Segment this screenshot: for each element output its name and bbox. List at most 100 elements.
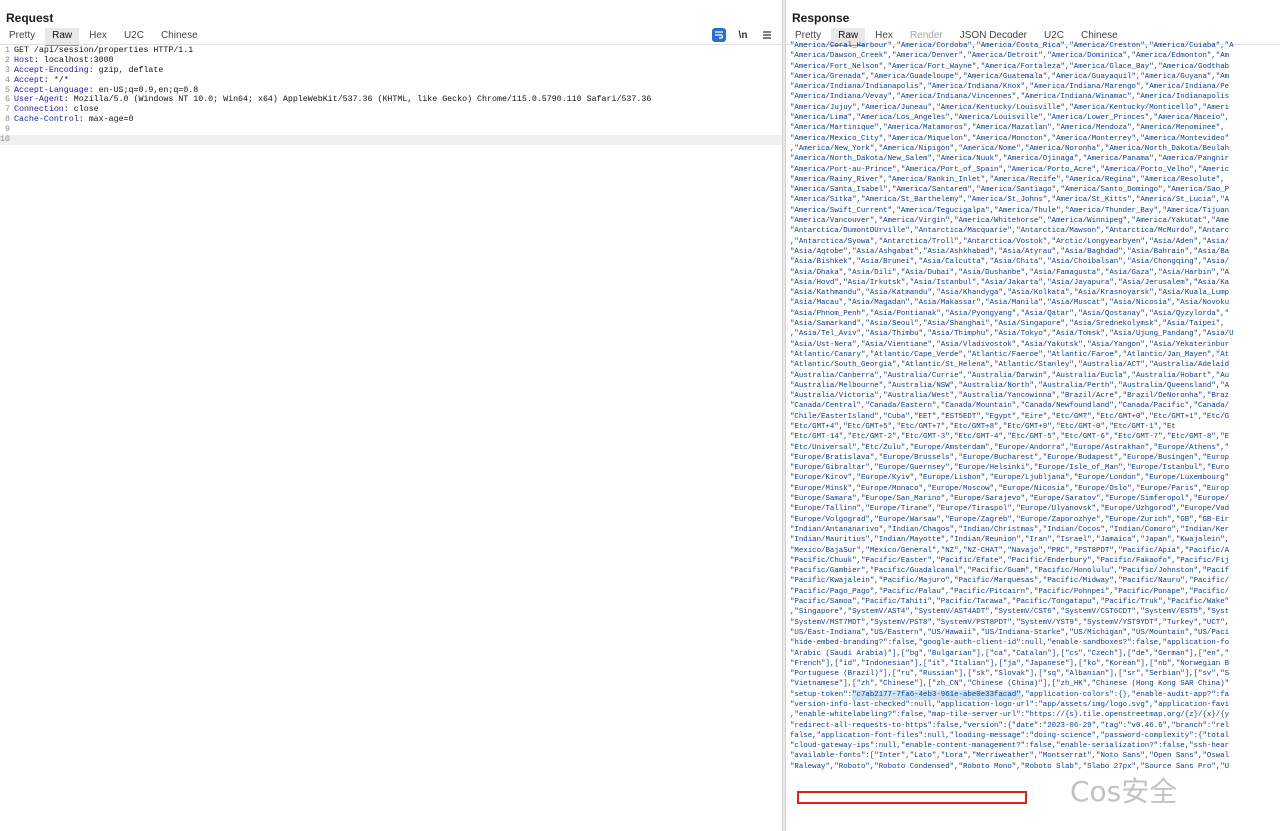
line-number: 3 [5, 65, 10, 75]
response-text: "Mexico/BajaSur","Mexico/General","NZ","… [790, 546, 1230, 555]
response-pane: Response Pretty Raw Hex Render JSON Decoder U… [786, 0, 1280, 831]
response-line: "cloud-gateway-ips":null,"enable-content… [790, 741, 1280, 751]
response-text: "available-fonts":["Inter","Lato","Lora"… [790, 752, 1230, 761]
tab-u2c[interactable]: U2C [117, 28, 151, 44]
response-line: "America/Swift_Current","America/Tegucig… [790, 206, 1280, 216]
response-text: "Atlantic/South_Georgia","Atlantic/St_He… [790, 361, 1230, 370]
response-line: "America/Martinique","America/Matamoros"… [790, 123, 1280, 133]
response-text: "Chile/EasterIsland","Cuba","EET","EST5E… [790, 412, 1230, 421]
response-text: "Europe/Gibraltar","Europe/Guernsey","Eu… [790, 464, 1230, 473]
response-line: "Arabic (Saudi Arabia)"],["bg","Bulgaria… [790, 649, 1280, 659]
response-line: "Antarctica/DumontDUrville","Antarctica/… [790, 226, 1280, 236]
response-text: "Etc/GMT+4","Etc/GMT+5","Etc/GMT+7","Etc… [790, 422, 1176, 431]
setup-token-highlight-box [797, 791, 1027, 804]
response-title: Response [792, 11, 850, 25]
response-line: "America/North_Dakota/New_Salem","Americ… [790, 154, 1280, 164]
tab-pretty[interactable]: Pretty [2, 28, 42, 44]
response-line: "Asia/Phnom_Penh","Asia/Pontianak","Asia… [790, 309, 1280, 319]
response-text: ,"Asia/Tel_Aviv","Asia/Thimbu","Asia/Thi… [790, 330, 1234, 339]
response-line: "America/Vancouver","America/Virgin","Am… [790, 216, 1280, 226]
header-value: : localhost:3000 [33, 55, 114, 65]
response-text: "Europe/Bratislava","Europe/Brussels","E… [790, 453, 1230, 462]
request-text: GET /api/session/properties HTTP/1.1 [14, 46, 194, 55]
wrap-lines-icon[interactable] [712, 28, 726, 42]
response-line: "Mexico/BajaSur","Mexico/General","NZ","… [790, 546, 1280, 556]
response-text: "French"],["id","Indonesian"],["it","Ita… [790, 659, 1230, 668]
response-text: false,"application-font-files":null,"loa… [790, 731, 1230, 740]
response-text: "America/Port-au-Prince","America/Port_o… [790, 165, 1230, 174]
response-text: ,"enable-whitelabeling?":false,"map-tile… [790, 711, 1230, 720]
request-line: 4 Accept: */* [0, 76, 782, 86]
line-number: 1 [5, 46, 10, 55]
response-line: "Pacific/Pago_Pago","Pacific/Palau","Pac… [790, 587, 1280, 597]
line-number: 8 [5, 115, 10, 125]
response-line: "Etc/GMT+4","Etc/GMT+5","Etc/GMT+7","Etc… [790, 422, 1280, 432]
response-text: "Asia/Aqtobe","Asia/Ashgabat","Asia/Ashk… [790, 247, 1230, 256]
response-text: "Pacific/Chuuk","Pacific/Easter","Pacifi… [790, 556, 1230, 565]
response-line: "Pacific/Chuuk","Pacific/Easter","Pacifi… [790, 556, 1280, 566]
response-text: "Australia/Melbourne","Australia/NSW","A… [790, 381, 1230, 390]
response-text: "Asia/Hovd","Asia/Irkutsk","Asia/Istanbu… [790, 278, 1230, 287]
response-text: "America/Sitka","America/St_Barthelemy",… [790, 196, 1230, 205]
response-line: "Australia/Victoria","Australia/West","A… [790, 391, 1280, 401]
response-text: ,"Antarctica/Syowa","Antarctica/Troll","… [790, 237, 1230, 246]
response-editor[interactable]: "America/Coral_Harbour","America/Cordoba… [790, 41, 1280, 772]
response-line: "Pacific/Kwajalein","Pacific/Majuro","Pa… [790, 576, 1280, 586]
header-value: : close [63, 105, 99, 115]
response-line: "America/Mexico_City","America/Miquelon"… [790, 134, 1280, 144]
response-line: "Europe/Gibraltar","Europe/Guernsey","Eu… [790, 463, 1280, 473]
request-line: 8 Cache-Control: max-age=0 [0, 115, 782, 125]
response-text: "Asia/Phnom_Penh","Asia/Pontianak","Asia… [790, 309, 1230, 318]
response-line: "America/Dawson_Creek","America/Denver",… [790, 51, 1280, 61]
response-text: "redirect-all-requests-to-https":false,"… [790, 721, 1230, 730]
response-text: "Asia/Bishkek","Asia/Brunei","Asia/Calcu… [790, 258, 1230, 267]
response-line: "America/Grenada","America/Guadeloupe","… [790, 72, 1280, 82]
header-name: Cache-Control [14, 115, 79, 125]
response-text: "Atlantic/Canary","Atlantic/Cape_Verde",… [790, 350, 1230, 359]
tab-hex[interactable]: Hex [82, 28, 114, 44]
response-line: "available-fonts":["Inter","Lato","Lora"… [790, 751, 1280, 761]
response-line: "America/Jujuy","America/Juneau","Americ… [790, 103, 1280, 113]
response-text: "Etc/GMT-14","Etc/GMT-2","Etc/GMT-3","Et… [790, 433, 1230, 442]
response-text: "Asia/Kathmandu","Asia/Katmandu","Asia/K… [790, 289, 1230, 298]
response-text: "Asia/Samarkand","Asia/Seoul","Asia/Shan… [790, 320, 1225, 329]
request-line: 6 User-Agent: Mozilla/5.0 (Windows NT 10.… [0, 95, 782, 105]
request-editor[interactable]: 1 GET /api/session/properties HTTP/1.1 2 Ho… [0, 46, 782, 145]
response-line: "Asia/Hovd","Asia/Irkutsk","Asia/Istanbu… [790, 278, 1280, 288]
response-line: "US/East-Indiana","US/Eastern","US/Hawai… [790, 628, 1280, 638]
response-line: "America/Lima","America/Los_Angeles","Am… [790, 113, 1280, 123]
response-line: "Asia/Bishkek","Asia/Brunei","Asia/Calcu… [790, 257, 1280, 267]
response-line: "Portuguese (Brazil)"],["ru","Russian"],… [790, 669, 1280, 679]
response-line: "hide-embed-branding?":false,"google-aut… [790, 638, 1280, 648]
response-line: "Europe/Volgograd","Europe/Warsaw","Euro… [790, 515, 1280, 525]
response-line: "Europe/Samara","Europe/San_Marino","Eur… [790, 494, 1280, 504]
response-line: "Raleway","Roboto","Roboto Condensed","R… [790, 762, 1280, 772]
response-line: "Asia/Dhaka","Asia/Dili","Asia/Dubai","A… [790, 268, 1280, 278]
response-text: "Pacific/Kwajalein","Pacific/Majuro","Pa… [790, 577, 1230, 586]
request-line: 5 Accept-Language: en-US;q=0.9,en;q=0.8 [0, 86, 782, 96]
header-value: : gzip, deflate [88, 65, 164, 75]
header-name: Host [14, 55, 34, 65]
menu-icon[interactable] [760, 28, 774, 42]
line-number: 7 [5, 105, 10, 115]
response-text: "Europe/Kirov","Europe/Kyiv","Europe/Lis… [790, 474, 1230, 483]
response-text: "Europe/Volgograd","Europe/Warsaw","Euro… [790, 515, 1230, 524]
response-text: "Indian/Mauritius","Indian/Mayotte","Ind… [790, 536, 1230, 545]
response-line: "America/Santa_Isabel","America/Santarem… [790, 185, 1280, 195]
response-text: "Canada/Central","Canada/Eastern","Canad… [790, 402, 1230, 411]
response-line: "Indian/Mauritius","Indian/Mayotte","Ind… [790, 535, 1280, 545]
response-line: "America/Rainy_River","America/Rankin_In… [790, 175, 1280, 185]
response-line: "version-info-last-checked":null,"applic… [790, 700, 1280, 710]
response-text: "America/Grenada","America/Guadeloupe","… [790, 72, 1230, 81]
response-text: ,"Singapore","SystemV/AST4","SystemV/AST… [790, 608, 1230, 617]
response-line: "Asia/Samarkand","Asia/Seoul","Asia/Shan… [790, 319, 1280, 329]
response-text: "Europe/Minsk","Europe/Monaco","Europe/M… [790, 484, 1230, 493]
response-text: "America/Lima","America/Los_Angeles","Am… [790, 114, 1230, 123]
tab-chinese[interactable]: Chinese [154, 28, 205, 44]
setup-token-value: "c7ab2177-7fa6-4eb3-961e-abe0e33facad" [852, 689, 1021, 700]
response-text: "Antarctica/DumontDUrville","Antarctica/… [790, 227, 1230, 236]
response-text: "SystemV/MST7MDT","SystemV/PST8","System… [790, 618, 1230, 627]
header-name: Accept [14, 75, 44, 85]
newline-toggle-icon[interactable]: \n [736, 28, 750, 42]
response-line: "America/Indiana/Indianapolis","America/… [790, 82, 1280, 92]
